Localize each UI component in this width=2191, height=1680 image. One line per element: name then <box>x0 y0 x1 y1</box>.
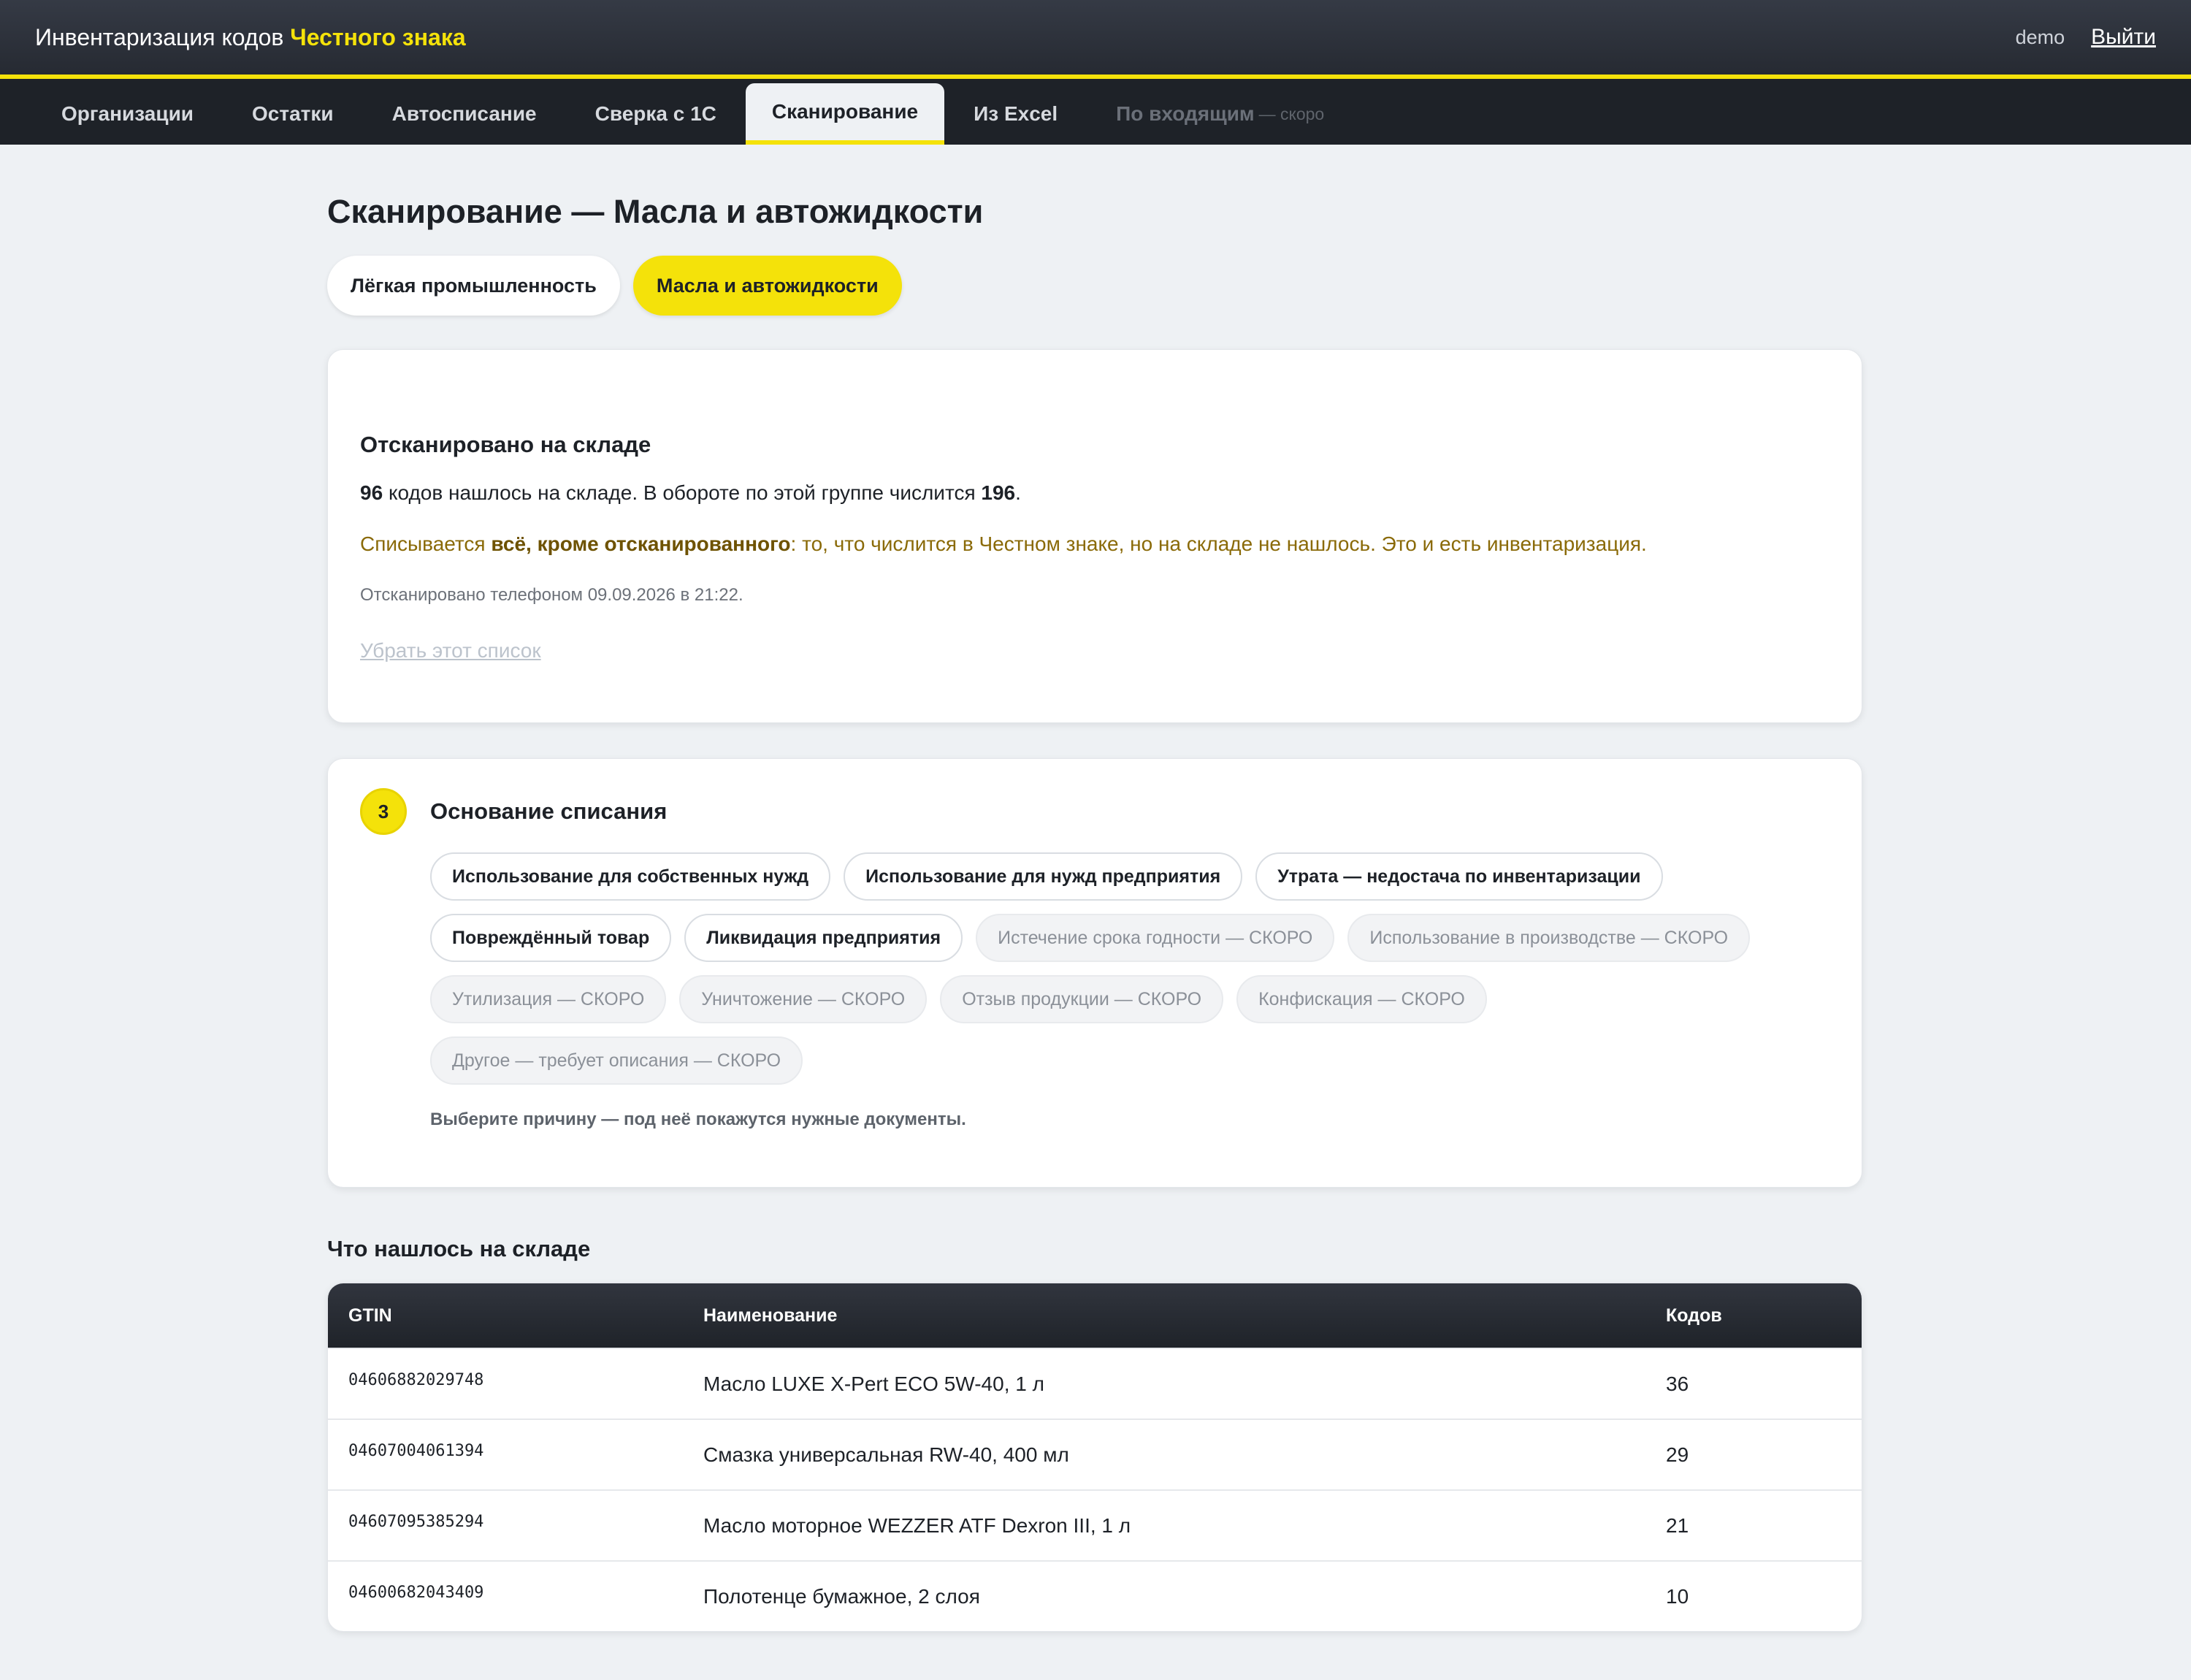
scan-card-title: Отсканировано на складе <box>360 432 651 457</box>
reason-chip-expired: Истечение срока годности — СКОРО <box>976 914 1335 962</box>
table-row: 04607095385294 Масло моторное WEZZER ATF… <box>328 1489 1862 1560</box>
reason-chip-confiscation: Конфискация — СКОРО <box>1236 975 1487 1023</box>
column-header-gtin: GTIN <box>348 1305 392 1326</box>
cell-gtin: 04600682043409 <box>348 1584 484 1602</box>
writeoff-prefix: Списывается <box>360 532 486 555</box>
writeoff-note: Списывается всё, кроме отсканированного:… <box>360 532 1829 556</box>
nav-incoming: По входящим — скоро <box>1087 83 1353 145</box>
reason-chip-enterprise-needs[interactable]: Использование для нужд предприятия <box>844 852 1243 901</box>
reason-chip-own-needs[interactable]: Использование для собственных нужд <box>430 852 831 901</box>
main-nav: Организации Остатки Автосписание Сверка … <box>0 79 2191 145</box>
scan-summary-card: Отсканировано на складе 96 кодов нашлось… <box>327 349 1862 723</box>
cell-name: Масло LUXE X-Pert ECO 5W-40, 1 л <box>703 1372 1044 1395</box>
cell-name: Масло моторное WEZZER ATF Dexron III, 1 … <box>703 1513 1131 1537</box>
cell-codes: 36 <box>1666 1372 1689 1395</box>
logout-link[interactable]: Выйти <box>2091 25 2156 50</box>
reason-chip-liquidation[interactable]: Ликвидация предприятия <box>684 914 963 962</box>
cell-gtin: 04607004061394 <box>348 1442 484 1460</box>
total-count: 196 <box>981 481 1016 504</box>
cell-codes: 21 <box>1666 1513 1689 1537</box>
found-count: 96 <box>360 481 383 504</box>
app-title-prefix: Инвентаризация кодов <box>35 23 284 50</box>
group-switcher: Лёгкая промышленность Масла и автожидкос… <box>327 256 1862 316</box>
scan-meta: Отсканировано телефоном 09.09.2026 в 21:… <box>360 585 743 605</box>
reason-chip-damaged[interactable]: Повреждённый товар <box>430 914 672 962</box>
writeoff-bold: всё, кроме отсканированного <box>491 532 791 555</box>
main-content: Сканирование — Масла и автожидкости Лёгк… <box>327 193 1862 1632</box>
nav-organizations[interactable]: Организации <box>32 83 223 145</box>
reason-header: 3 Основание списания <box>360 788 1829 835</box>
group-pill-oils[interactable]: Масла и автожидкости <box>632 256 902 316</box>
nav-incoming-label: По входящим <box>1116 102 1255 125</box>
column-header-codes: Кодов <box>1666 1305 1722 1326</box>
reason-chip-loss[interactable]: Утрата — недостача по инвентаризации <box>1255 852 1663 901</box>
reason-hint: Выберите причину — под неё покажутся нуж… <box>430 1110 966 1129</box>
remove-list-link[interactable]: Убрать этот список <box>360 639 541 663</box>
writeoff-rest: : то, что числится в Честном знаке, но н… <box>790 532 1647 555</box>
app-title: Инвентаризация кодов Честного знака <box>35 24 466 51</box>
reason-title: Основание списания <box>430 798 668 824</box>
page-title: Сканирование — Масла и автожидкости <box>327 193 984 230</box>
cell-codes: 10 <box>1666 1584 1689 1608</box>
nav-incoming-note: — скоро <box>1258 104 1325 123</box>
reason-chip-recall: Отзыв продукции — СКОРО <box>940 975 1224 1023</box>
nav-reconcile-1c[interactable]: Сверка с 1С <box>566 83 746 145</box>
user-area: demo Выйти <box>2016 25 2156 50</box>
found-text: кодов нашлось на складе. В обороте по эт… <box>388 481 976 504</box>
reason-chip-disposal: Утилизация — СКОРО <box>430 975 667 1023</box>
cell-name: Смазка универсальная RW-40, 400 мл <box>703 1443 1069 1466</box>
column-header-name: Наименование <box>703 1305 838 1326</box>
cell-codes: 29 <box>1666 1443 1689 1466</box>
reason-chip-other: Другое — требует описания — СКОРО <box>430 1036 803 1085</box>
reason-chips: Использование для собственных нужд Испол… <box>430 852 1803 1085</box>
scan-count-line: 96 кодов нашлось на складе. В обороте по… <box>360 481 1021 504</box>
group-pill-light-industry[interactable]: Лёгкая промышленность <box>327 256 620 316</box>
table-header: GTIN Наименование Кодов <box>328 1283 1862 1348</box>
top-header: Инвентаризация кодов Честного знака demo… <box>0 0 2191 79</box>
app-title-brand: Честного знака <box>290 23 466 50</box>
nav-auto-writeoff[interactable]: Автосписание <box>363 83 566 145</box>
cell-gtin: 04607095385294 <box>348 1513 484 1531</box>
table-row: 04606882029748 Масло LUXE X-Pert ECO 5W-… <box>328 1348 1862 1419</box>
reason-chip-production: Использование в производстве — СКОРО <box>1347 914 1751 962</box>
found-section-title: Что нашлось на складе <box>327 1236 591 1261</box>
writeoff-reason-card: 3 Основание списания Использование для с… <box>327 758 1862 1188</box>
found-table: GTIN Наименование Кодов 04606882029748 М… <box>327 1283 1862 1632</box>
table-row: 04607004061394 Смазка универсальная RW-4… <box>328 1419 1862 1489</box>
nav-scanning[interactable]: Сканирование <box>745 83 945 145</box>
nav-from-excel[interactable]: Из Excel <box>944 83 1087 145</box>
cell-gtin: 04606882029748 <box>348 1371 484 1389</box>
table-row: 04600682043409 Полотенце бумажное, 2 сло… <box>328 1560 1862 1631</box>
cell-name: Полотенце бумажное, 2 слоя <box>703 1584 980 1608</box>
step-badge: 3 <box>360 788 407 835</box>
nav-stock[interactable]: Остатки <box>223 83 363 145</box>
user-name: demo <box>2015 26 2065 48</box>
reason-chip-destruction: Уничтожение — СКОРО <box>679 975 928 1023</box>
